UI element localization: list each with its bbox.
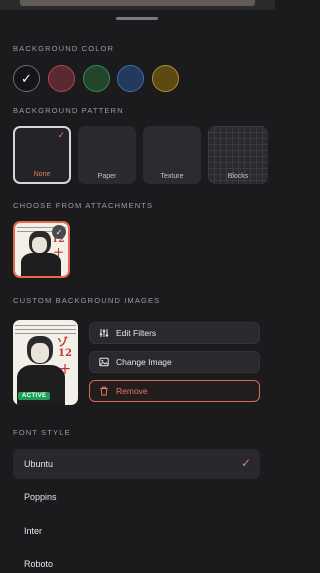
font-option-poppins[interactable]: Poppins — [13, 482, 260, 512]
font-option-label: Ubuntu — [24, 459, 54, 469]
pattern-option-paper[interactable]: Paper — [78, 126, 136, 184]
color-swatch-green[interactable] — [83, 65, 110, 92]
pattern-label: Paper — [97, 173, 117, 180]
pattern-label: Texture — [160, 173, 184, 180]
edit-filters-label: Edit Filters — [116, 328, 157, 338]
sliders-icon — [99, 328, 109, 338]
font-option-roboto[interactable]: Roboto — [13, 549, 260, 573]
remove-label: Remove — [116, 386, 148, 396]
check-icon: ✓ — [52, 225, 66, 239]
font-option-label: Inter — [24, 526, 43, 536]
remove-button[interactable]: Remove — [89, 380, 260, 402]
color-swatch-red[interactable] — [48, 65, 75, 92]
image-icon — [99, 357, 109, 367]
edit-filters-button[interactable]: Edit Filters — [89, 322, 260, 344]
attachments-heading: Choose From Attachments — [13, 201, 154, 210]
color-swatch-blue[interactable] — [117, 65, 144, 92]
color-swatch-gold[interactable] — [152, 65, 179, 92]
pattern-label: Blocks — [227, 173, 249, 180]
check-icon: ✓ — [21, 70, 32, 86]
background-color-heading: Background Color — [13, 44, 115, 53]
pattern-option-texture[interactable]: Texture — [143, 126, 201, 184]
custom-background-thumbnail[interactable]: ゾ 12 十 ACTIVE — [13, 320, 78, 405]
active-badge: ACTIVE — [18, 392, 51, 400]
check-icon: ✓ — [57, 130, 65, 140]
attachment-thumbnail[interactable]: ✓ 12 十 — [13, 221, 70, 278]
background-pattern-heading: Background Pattern — [13, 106, 124, 115]
drag-handle[interactable] — [116, 17, 158, 20]
previous-content-strip — [0, 0, 275, 10]
change-image-button[interactable]: Change Image — [89, 351, 260, 373]
font-option-inter[interactable]: Inter — [13, 516, 260, 546]
color-swatch-black[interactable]: ✓ — [13, 65, 40, 92]
change-image-label: Change Image — [116, 357, 172, 367]
custom-images-heading: Custom Background Images — [13, 296, 161, 305]
pattern-label: None — [33, 171, 51, 178]
pattern-option-none[interactable]: ✓ None — [13, 126, 71, 184]
font-option-label: Roboto — [24, 559, 54, 569]
font-style-heading: Font Style — [13, 428, 71, 437]
pattern-option-blocks[interactable]: Blocks — [208, 126, 268, 184]
font-option-label: Poppins — [24, 492, 57, 502]
trash-icon — [99, 386, 109, 396]
check-icon: ✓ — [240, 456, 251, 470]
font-option-ubuntu[interactable]: Ubuntu ✓ — [13, 449, 260, 479]
